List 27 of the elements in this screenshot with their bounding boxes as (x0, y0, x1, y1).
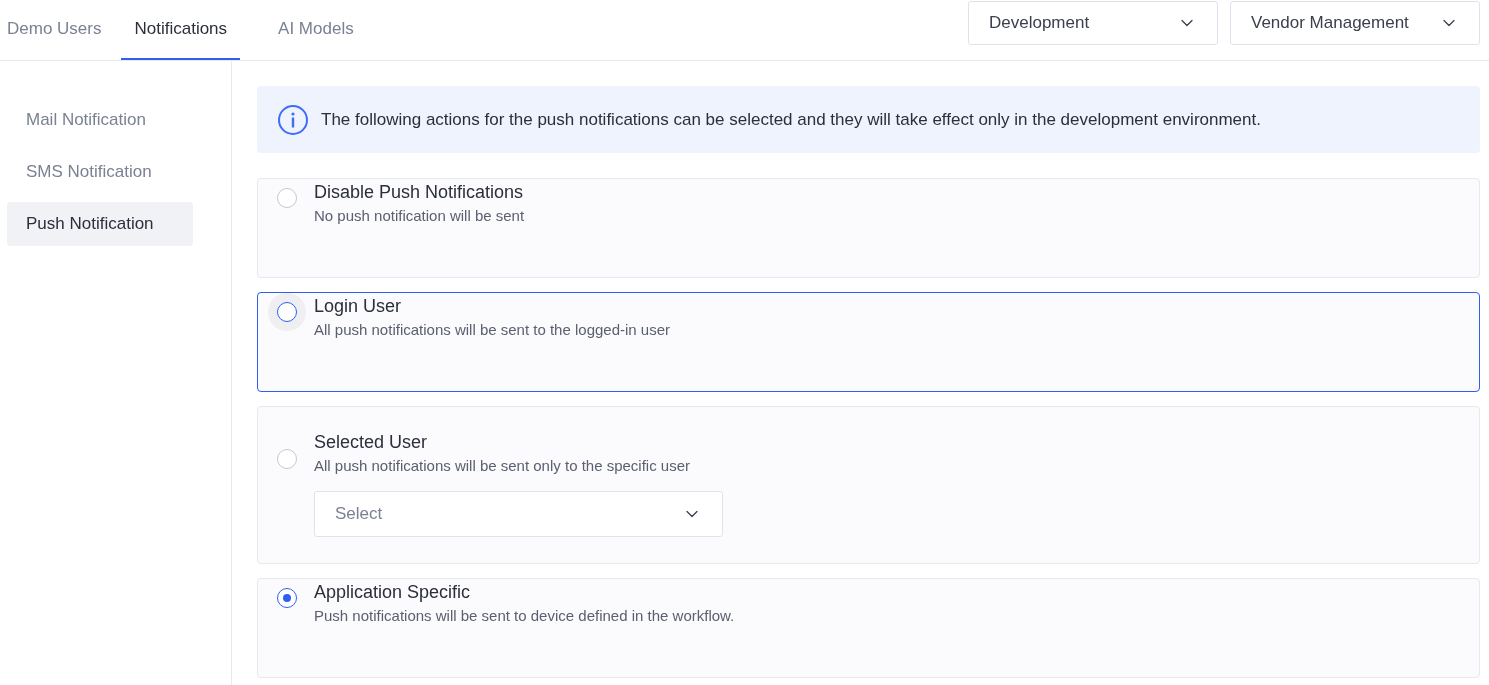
dropdown[interactable]: Development (968, 1, 1218, 45)
option-title: Application Specific (314, 581, 472, 604)
option-title: Disable Push Notifications (314, 181, 525, 204)
radio-button[interactable] (277, 588, 297, 608)
sidebar-item[interactable]: SMS Notification (7, 150, 193, 194)
option-card[interactable]: Disable Push Notifications No push notification will be sent (257, 178, 1480, 278)
radio-button[interactable] (277, 302, 297, 322)
option-card[interactable]: Login User All push notifications will be sent to the logged-in user (257, 292, 1480, 392)
tab[interactable]: Notifications (121, 0, 241, 60)
radio-button[interactable] (277, 188, 297, 208)
option-title: Selected User (314, 431, 429, 454)
option-card[interactable]: Application Specific Push notifications will be sent to device defined in the workflow. (257, 578, 1480, 678)
info-icon (277, 103, 309, 136)
sidebar-item[interactable]: Mail Notification (7, 98, 193, 142)
sidebar-item[interactable]: Push Notification (7, 202, 193, 246)
option-description: All push notifications will be sent to the logged-in user (314, 320, 671, 340)
tab[interactable]: Demo Users (0, 0, 109, 60)
dropdown[interactable]: Vendor Management (1230, 1, 1480, 45)
option-title: Login User (314, 295, 403, 318)
option-card[interactable]: Selected User All push notifications will be sent only to the specific user Select (257, 406, 1480, 564)
tab[interactable]: AI Models (265, 0, 367, 60)
option-description: No push notification will be sent (314, 206, 525, 226)
select-dropdown[interactable]: Select (314, 491, 723, 537)
info-text: The following actions for the push notifications can be selected and they will take effect only in the development environment. (321, 108, 1261, 131)
option-description: All push notifications will be sent only to the specific user (314, 456, 692, 476)
radio-button[interactable] (277, 449, 297, 469)
option-description: Push notifications will be sent to device defined in the workflow. (314, 606, 735, 626)
